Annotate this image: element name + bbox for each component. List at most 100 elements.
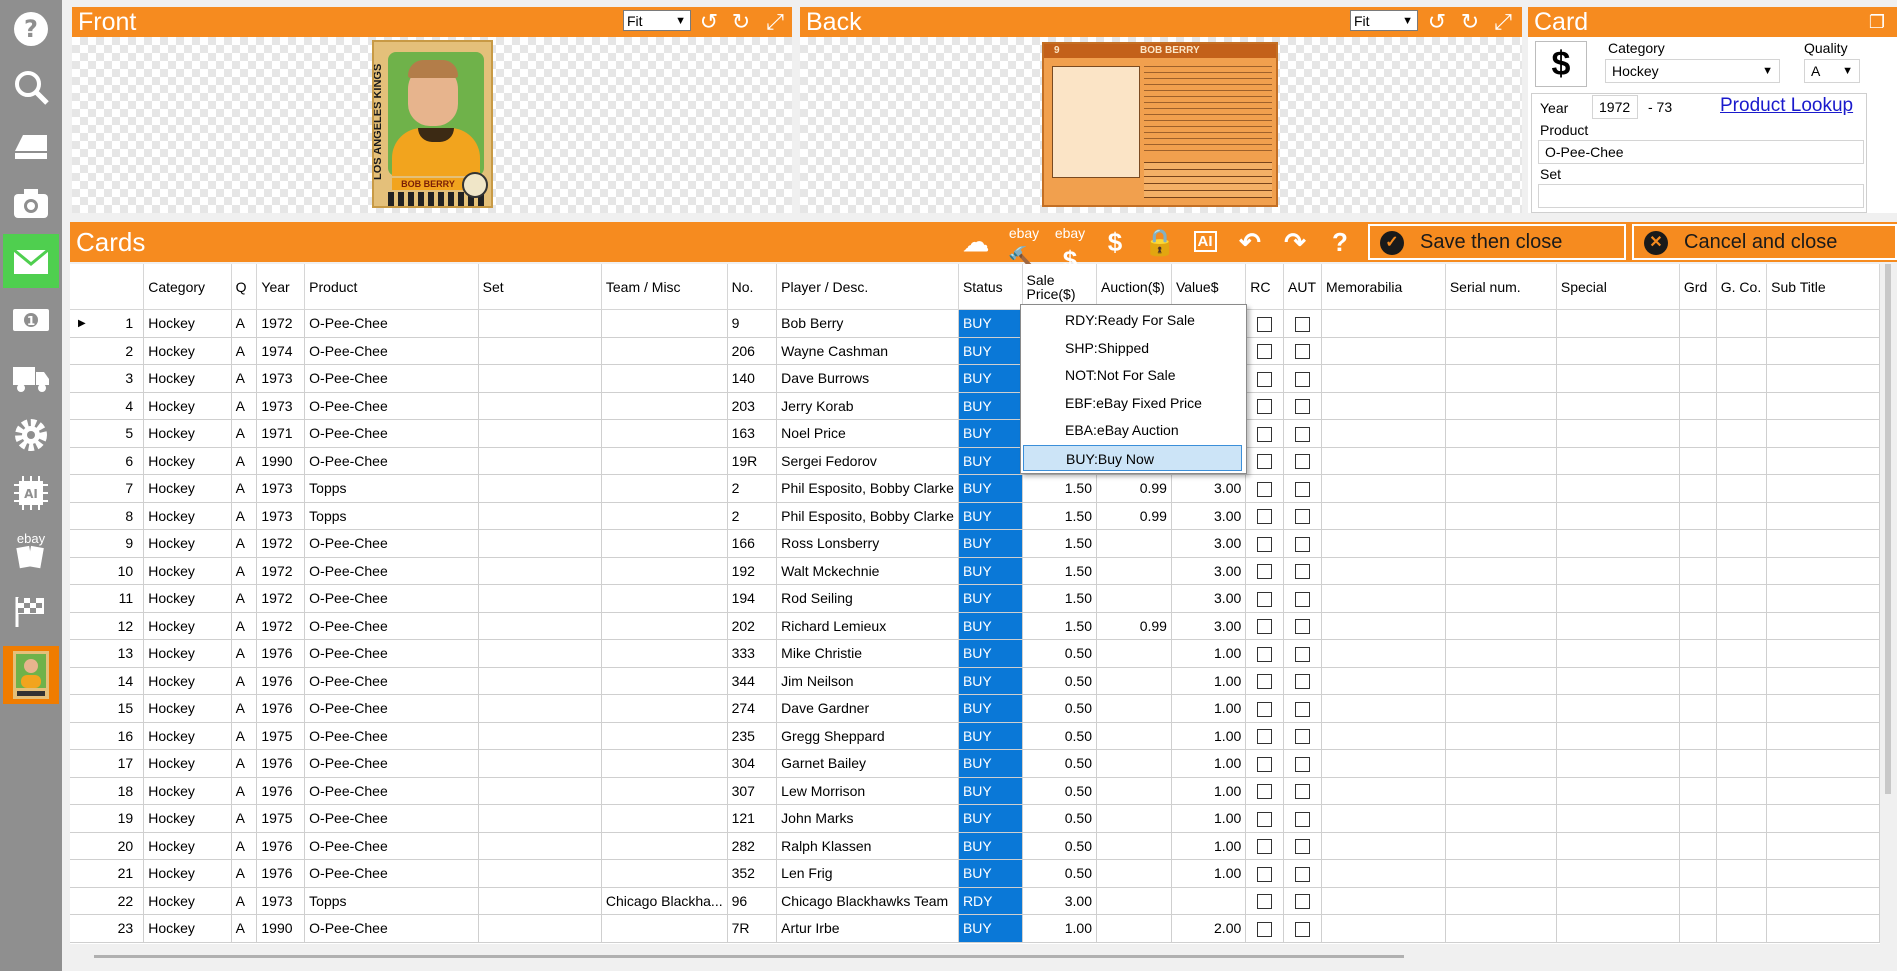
column-header-product[interactable]: Product bbox=[304, 264, 479, 310]
aut-checkbox[interactable] bbox=[1295, 674, 1310, 690]
card-thumbnail[interactable] bbox=[3, 646, 59, 704]
cell-value[interactable]: 1.00 bbox=[1171, 859, 1247, 888]
cell-row-number[interactable]: 11 bbox=[70, 584, 145, 613]
back-fit-select[interactable]: Fit ▼ bbox=[1350, 10, 1418, 31]
cell-rc[interactable] bbox=[1245, 529, 1285, 558]
cell-auction[interactable] bbox=[1096, 832, 1172, 860]
cell-team-misc[interactable] bbox=[601, 474, 728, 503]
cell-rc[interactable] bbox=[1245, 392, 1285, 420]
cell-status[interactable]: BUY bbox=[958, 419, 1023, 448]
cell-grading-company[interactable] bbox=[1716, 447, 1768, 475]
cell-set[interactable] bbox=[478, 502, 602, 530]
cell-aut[interactable] bbox=[1283, 392, 1322, 420]
price-dollar-button[interactable]: $ bbox=[1535, 41, 1587, 87]
rc-checkbox[interactable] bbox=[1257, 316, 1273, 332]
cell-grading-company[interactable] bbox=[1716, 777, 1768, 805]
cell-rc[interactable] bbox=[1245, 914, 1285, 943]
cell-aut[interactable] bbox=[1283, 804, 1322, 833]
cell-sub-title[interactable] bbox=[1766, 529, 1880, 558]
cell-status[interactable]: BUY bbox=[958, 722, 1023, 750]
cell-special[interactable] bbox=[1556, 612, 1680, 640]
rc-checkbox[interactable] bbox=[1257, 481, 1273, 497]
cell-grade[interactable] bbox=[1679, 749, 1717, 778]
cell-grading-company[interactable] bbox=[1716, 914, 1768, 943]
cell-special[interactable] bbox=[1556, 749, 1680, 778]
cell-sale-price[interactable]: 0.50 bbox=[1022, 722, 1097, 750]
cell-grading-company[interactable] bbox=[1716, 859, 1768, 888]
cell-category[interactable]: Hockey bbox=[143, 914, 232, 943]
product-lookup-link[interactable]: Product Lookup bbox=[1720, 95, 1853, 117]
cell-serial-num[interactable] bbox=[1445, 502, 1557, 530]
cell-status[interactable]: BUY bbox=[958, 392, 1023, 420]
column-header-set[interactable]: Set bbox=[478, 264, 602, 310]
aut-checkbox[interactable] bbox=[1295, 564, 1310, 580]
aut-checkbox[interactable] bbox=[1295, 921, 1310, 937]
cell-aut[interactable] bbox=[1283, 832, 1322, 860]
camera-icon[interactable] bbox=[3, 176, 59, 230]
cell-status[interactable]: BUY bbox=[958, 667, 1023, 695]
cell-product[interactable]: Topps bbox=[304, 887, 479, 915]
aut-checkbox[interactable] bbox=[1295, 701, 1310, 717]
cell-category[interactable]: Hockey bbox=[143, 584, 232, 613]
cell-value[interactable]: 3.00 bbox=[1171, 584, 1247, 613]
cell-auction[interactable] bbox=[1096, 749, 1172, 778]
cell-grading-company[interactable] bbox=[1716, 804, 1768, 833]
cell-serial-num[interactable] bbox=[1445, 557, 1557, 585]
mail-icon[interactable] bbox=[3, 234, 59, 288]
cell-rc[interactable] bbox=[1245, 364, 1285, 393]
cell-row-number[interactable]: 13 bbox=[70, 639, 145, 668]
cell-product[interactable]: O-Pee-Chee bbox=[304, 639, 479, 668]
cell-special[interactable] bbox=[1556, 859, 1680, 888]
cell-product[interactable]: O-Pee-Chee bbox=[304, 749, 479, 778]
cell-value[interactable]: 2.00 bbox=[1171, 914, 1247, 943]
cell-aut[interactable] bbox=[1283, 612, 1322, 640]
cell-grading-company[interactable] bbox=[1716, 474, 1768, 503]
cell-row-number[interactable]: 12 bbox=[70, 612, 145, 640]
cell-sale-price[interactable]: 1.50 bbox=[1022, 557, 1097, 585]
cell-grading-company[interactable] bbox=[1716, 694, 1768, 723]
cell-aut[interactable] bbox=[1283, 887, 1322, 915]
cell-row-number[interactable]: 18 bbox=[70, 777, 145, 805]
cell-auction[interactable] bbox=[1096, 667, 1172, 695]
cell-product[interactable]: O-Pee-Chee bbox=[304, 584, 479, 613]
cell-value[interactable]: 3.00 bbox=[1171, 474, 1247, 503]
cell-team-misc[interactable] bbox=[601, 529, 728, 558]
rc-checkbox[interactable] bbox=[1257, 839, 1273, 855]
cell-sale-price[interactable]: 0.50 bbox=[1022, 777, 1097, 805]
cell-product[interactable]: O-Pee-Chee bbox=[304, 447, 479, 475]
cell-team-misc[interactable] bbox=[601, 914, 728, 943]
status-option-shp[interactable]: SHP:Shipped bbox=[1023, 335, 1242, 361]
cell-serial-num[interactable] bbox=[1445, 777, 1557, 805]
cell-quality[interactable]: A bbox=[231, 529, 258, 558]
cell-category[interactable]: Hockey bbox=[143, 309, 232, 338]
aut-checkbox[interactable] bbox=[1295, 454, 1310, 470]
cell-grading-company[interactable] bbox=[1716, 612, 1768, 640]
cell-special[interactable] bbox=[1556, 722, 1680, 750]
cell-sub-title[interactable] bbox=[1766, 419, 1880, 448]
cell-auction[interactable] bbox=[1096, 557, 1172, 585]
aut-checkbox[interactable] bbox=[1295, 344, 1310, 360]
cell-memorabilia[interactable] bbox=[1321, 694, 1446, 723]
cell-serial-num[interactable] bbox=[1445, 392, 1557, 420]
column-header-year[interactable]: Year bbox=[256, 264, 306, 310]
cell-grading-company[interactable] bbox=[1716, 832, 1768, 860]
cell-team-misc[interactable] bbox=[601, 667, 728, 695]
cell-aut[interactable] bbox=[1283, 667, 1322, 695]
cell-year[interactable]: 1975 bbox=[256, 722, 306, 750]
cell-player-desc[interactable]: Dave Burrows bbox=[776, 364, 959, 393]
cell-status[interactable]: BUY bbox=[958, 777, 1023, 805]
cell-year[interactable]: 1972 bbox=[256, 309, 306, 338]
table-row[interactable]: 17 Hockey A 1976 O-Pee-Chee 304 Garnet Bailey B… bbox=[70, 749, 1880, 778]
cell-rc[interactable] bbox=[1245, 502, 1285, 530]
cell-special[interactable] bbox=[1556, 337, 1680, 365]
ebay-price-icon[interactable]: ebay $ bbox=[1052, 222, 1088, 275]
cell-grade[interactable] bbox=[1679, 337, 1717, 365]
cell-auction[interactable]: 0.99 bbox=[1096, 502, 1172, 530]
cell-auction[interactable] bbox=[1096, 804, 1172, 833]
table-row[interactable]: 2 Hockey A 1974 O-Pee-Chee 206 Wayne Cashman BU… bbox=[70, 337, 1880, 365]
cell-serial-num[interactable] bbox=[1445, 832, 1557, 860]
cell-quality[interactable]: A bbox=[231, 887, 258, 915]
cell-value[interactable]: 1.00 bbox=[1171, 804, 1247, 833]
cell-player-desc[interactable]: Phil Esposito, Bobby Clarke bbox=[776, 502, 959, 530]
cell-rc[interactable] bbox=[1245, 557, 1285, 585]
